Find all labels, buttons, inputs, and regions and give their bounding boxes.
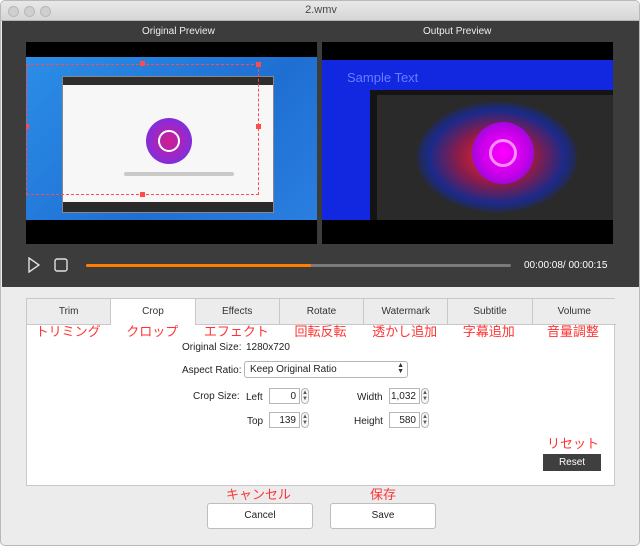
top-label: Top — [247, 416, 264, 427]
reset-button[interactable]: Reset — [543, 454, 601, 471]
tab-annotation-watermark: 透かし追加 — [372, 324, 438, 339]
original-size-value: 1280x720 — [246, 342, 290, 353]
width-label: Width — [357, 392, 383, 403]
original-size-label: Original Size: — [182, 342, 242, 353]
tab-annotation-crop: クロップ — [126, 324, 179, 339]
aspect-ratio-label: Aspect Ratio: — [182, 365, 242, 376]
height-label: Height — [354, 416, 383, 427]
tab-annotation-volume: 音量調整 — [546, 324, 599, 339]
window-title: 2.wmv — [305, 4, 337, 16]
tab-annotation-effects: エフェクト — [203, 324, 269, 339]
crop-handle-top-right[interactable] — [256, 62, 261, 67]
original-preview-label: Original Preview — [142, 26, 215, 37]
aspect-ratio-select[interactable]: Keep Original Ratio ▲ ▼ — [244, 361, 408, 378]
cancel-annotation: キャンセル — [226, 487, 292, 502]
output-preview-pane: Sample Text — [322, 42, 613, 244]
top-input[interactable]: 139 — [269, 412, 300, 428]
crop-selection-box[interactable] — [26, 64, 259, 195]
reset-annotation: リセット — [547, 436, 600, 451]
playback-progress-bar[interactable] — [86, 264, 511, 267]
converter-window: 2.wmv Original Preview Output Preview Sa… — [0, 0, 640, 546]
play-icon[interactable] — [28, 257, 40, 273]
save-button[interactable]: Save — [330, 503, 436, 529]
width-input[interactable]: 1,032 — [389, 388, 420, 404]
timecode: 00:00:08/ 00:00:15 — [524, 260, 608, 271]
crop-handle-top[interactable] — [140, 61, 145, 66]
tab-annotation-subtitle: 字幕追加 — [462, 324, 515, 339]
height-input[interactable]: 580 — [389, 412, 420, 428]
select-arrows-icon: ▲ ▼ — [397, 362, 404, 375]
save-annotation: 保存 — [370, 487, 397, 502]
tab-annotation-rotate: 回転反転 — [294, 324, 347, 339]
cancel-button[interactable]: Cancel — [207, 503, 313, 529]
crop-handle-left[interactable] — [26, 124, 29, 129]
width-stepper[interactable]: ▲ ▼ — [421, 388, 429, 404]
crop-handle-bottom[interactable] — [140, 192, 145, 197]
effect-logo-icon — [472, 122, 534, 184]
playback-progress-fill — [86, 264, 312, 267]
tab-annotation-trim: トリミング — [35, 324, 101, 339]
title-bar: 2.wmv — [1, 1, 639, 21]
original-preview-pane — [26, 42, 317, 244]
output-preview-label: Output Preview — [423, 26, 492, 37]
sample-text-watermark: Sample Text — [347, 70, 419, 85]
stop-icon[interactable] — [54, 258, 68, 272]
crop-handle-right[interactable] — [256, 124, 261, 129]
left-label: Left — [246, 392, 263, 403]
preview-area: Original Preview Output Preview Sample T… — [2, 21, 639, 287]
left-stepper[interactable]: ▲ ▼ — [301, 388, 309, 404]
left-input[interactable]: 0 — [269, 388, 300, 404]
crop-size-label: Crop Size: — [193, 391, 240, 402]
tab-annotations: トリミング クロップ エフェクト 回転反転 透かし追加 字幕追加 音量調整 — [26, 321, 615, 341]
top-stepper[interactable]: ▲ ▼ — [301, 412, 309, 428]
height-stepper[interactable]: ▲ ▼ — [421, 412, 429, 428]
aspect-ratio-value: Keep Original Ratio — [250, 364, 337, 375]
